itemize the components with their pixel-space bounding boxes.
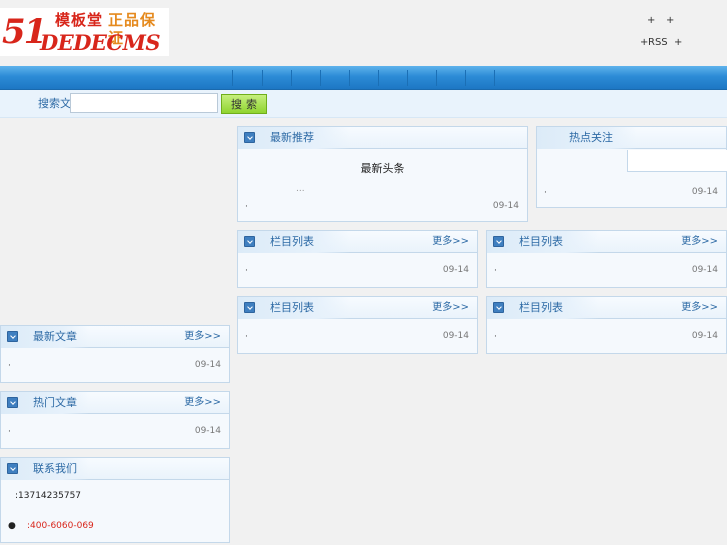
arrow-down-icon [493,236,504,247]
content-box [627,150,727,172]
panel-body: · 09-14 [238,254,477,287]
list-item-date: 09-14 [691,265,718,275]
hot-focus-panel: 热点关注 · 09-14 [536,126,727,208]
category-panel-2: 栏目列表 更多>> · 09-14 [486,230,727,288]
list-item-date: 09-14 [492,201,519,211]
logo-tagline-left: 模板堂 [55,11,104,29]
panel-header: 最新文章 更多>> [1,326,229,348]
list-item-date: 09-14 [691,187,718,197]
panel-title: 栏目列表 [519,235,563,248]
panel-title: 热点关注 [569,131,613,144]
panel-body: 最新头条 ... · 09-14 [238,150,527,221]
site-logo[interactable]: 51 模板堂 正品保证 DEDECMS [0,8,169,56]
panel-body: · 09-14 [1,349,229,382]
more-link[interactable]: 更多>> [681,301,718,315]
panel-header: 栏目列表 更多>> [487,297,726,319]
nav-separator [262,70,263,86]
more-link[interactable]: 更多>> [432,301,469,315]
list-item-date: 09-14 [194,360,221,370]
panel-header: 热点关注 [537,127,726,149]
top-link-2[interactable]: + [666,15,674,27]
category-panel-1: 栏目列表 更多>> · 09-14 [237,230,478,288]
category-panel-4: 栏目列表 更多>> · 09-14 [486,296,727,354]
more-link[interactable]: 更多>> [432,235,469,249]
list-item-link[interactable]: · [245,266,248,276]
panel-title: 栏目列表 [519,301,563,314]
contact-phone: :13714235757 [15,491,82,501]
nav-separator [436,70,437,86]
logo-brand: DEDECMS [40,30,161,55]
arrow-down-icon [7,463,18,474]
panel-header: 热门文章 更多>> [1,392,229,414]
list-item-link[interactable]: · [494,332,497,342]
list-item-link[interactable]: · [494,266,497,276]
featured-headline-link[interactable]: 最新头条 [238,162,527,176]
list-item-link[interactable]: · [245,202,248,212]
panel-title: 最新推荐 [270,131,314,144]
arrow-down-icon [7,397,18,408]
contact-hotline: :400-6060-069 [27,521,94,531]
nav-separator [349,70,350,86]
nav-separator [291,70,292,86]
more-link[interactable]: 更多>> [184,396,221,410]
nav-separator [407,70,408,86]
arrow-down-icon [244,302,255,313]
nav-separator [320,70,321,86]
search-input[interactable] [70,93,218,113]
arrow-down-icon [244,236,255,247]
nav-separator [494,70,495,86]
bullet-icon: ● [8,521,16,531]
panel-body: · 09-14 [537,150,727,207]
nav-separator [232,70,233,86]
panel-title: 最新文章 [33,330,77,343]
panel-body: · 09-14 [487,254,726,287]
panel-title: 栏目列表 [270,235,314,248]
logo-number: 51 [2,12,47,52]
panel-body: · 09-14 [1,415,229,448]
list-item-date: 09-14 [442,331,469,341]
arrow-down-icon [244,132,255,143]
featured-panel: 最新推荐 最新头条 ... · 09-14 [237,126,528,222]
panel-header: 栏目列表 更多>> [238,297,477,319]
latest-articles-panel: 最新文章 更多>> · 09-14 [0,325,230,383]
hot-articles-panel: 热门文章 更多>> · 09-14 [0,391,230,449]
panel-header: 栏目列表 更多>> [238,231,477,253]
top-link-4[interactable]: + [674,37,682,49]
list-item-link[interactable]: · [544,188,547,198]
rss-link[interactable]: RSS [648,37,668,49]
category-panel-3: 栏目列表 更多>> · 09-14 [237,296,478,354]
nav-separator [378,70,379,86]
list-item-date: 09-14 [691,331,718,341]
panel-header: 联系我们 [1,458,229,480]
panel-header: 最新推荐 [238,127,527,149]
panel-header: 栏目列表 更多>> [487,231,726,253]
list-item-link[interactable]: · [245,332,248,342]
featured-summary: ... [296,184,305,194]
panel-body: · 09-14 [487,320,726,353]
nav-separator [465,70,466,86]
list-item-link[interactable]: · [8,361,11,371]
top-link-1[interactable]: + [647,15,655,27]
panel-body: · 09-14 [238,320,477,353]
arrow-down-icon [493,302,504,313]
list-item-link[interactable]: · [8,427,11,437]
arrow-down-icon [7,331,18,342]
contact-panel: 联系我们 :13714235757 ● :400-6060-069 [0,457,230,543]
panel-title: 热门文章 [33,396,77,409]
panel-title: 联系我们 [33,462,77,475]
panel-title: 栏目列表 [270,301,314,314]
panel-body: :13714235757 ● :400-6060-069 [1,481,229,542]
list-item-date: 09-14 [194,426,221,436]
list-item-date: 09-14 [442,265,469,275]
search-button[interactable]: 搜索 [221,94,267,114]
more-link[interactable]: 更多>> [681,235,718,249]
main-nav-bar [0,66,727,90]
more-link[interactable]: 更多>> [184,330,221,344]
